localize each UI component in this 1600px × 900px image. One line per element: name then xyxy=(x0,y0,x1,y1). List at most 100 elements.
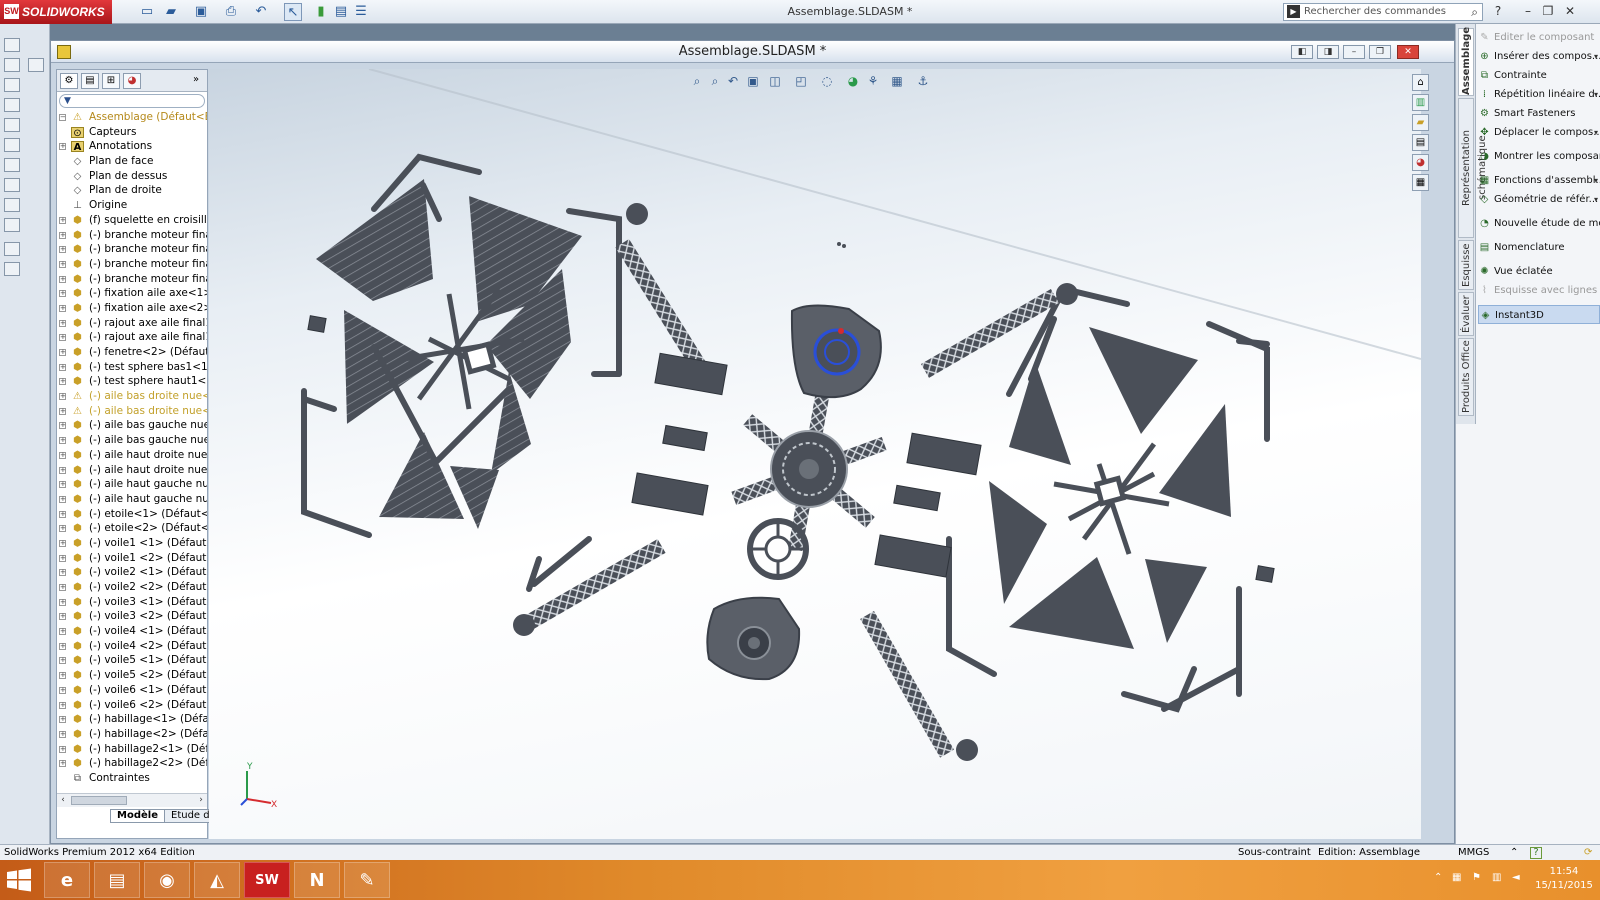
tree-item[interactable]: + ⬢ (-) habillage<2> (Défaut<< xyxy=(57,727,207,742)
resources-icon[interactable]: ⌂ xyxy=(1412,74,1429,91)
tray-app-icon[interactable]: ▦ xyxy=(1452,872,1461,883)
dropdown-arrow-icon[interactable]: ▾ xyxy=(1594,171,1598,190)
tile-left-icon[interactable]: ◧ xyxy=(1291,45,1313,59)
volume-icon[interactable]: ◄ xyxy=(1512,872,1520,883)
tree-item[interactable]: + ⬢ (-) branche moteur final1<4 xyxy=(57,272,207,287)
propertymanager-tab-icon[interactable]: ▤ xyxy=(81,73,99,89)
tool-button-9[interactable] xyxy=(4,198,20,212)
tree-item[interactable]: + ⚠ (-) aile bas droite nue<2 xyxy=(57,404,207,419)
tree-item[interactable]: ◇ Plan de dessus xyxy=(57,169,207,184)
undo-icon[interactable]: ↶ xyxy=(252,3,270,21)
tab-sketch[interactable]: Esquisse xyxy=(1458,240,1474,290)
tree-item[interactable]: ⊥ Origine xyxy=(57,198,207,213)
tree-item[interactable]: + ⬢ (f) squelette en croisillons 1 xyxy=(57,213,207,228)
expand-icon[interactable]: + xyxy=(59,143,66,151)
expand-icon[interactable]: + xyxy=(59,598,66,606)
right-wing-panel-1[interactable] xyxy=(1089,327,1198,434)
paint-icon[interactable]: ✎ xyxy=(344,862,390,898)
tree-item[interactable]: + ⬢ (-) voile4 <1> (Défaut<<Dé xyxy=(57,624,207,639)
command-motion-study[interactable]: ◔ Nouvelle étude de mo... xyxy=(1478,214,1600,233)
tab-office-products[interactable]: Produits Office xyxy=(1458,338,1474,416)
tree-item[interactable]: + ⬢ (-) branche moteur final1<2 xyxy=(57,242,207,257)
app-icon[interactable]: ◭ xyxy=(194,862,240,898)
expand-icon[interactable]: + xyxy=(59,760,66,768)
command-bom[interactable]: ▤ Nomenclature xyxy=(1478,238,1600,257)
right-wing-group[interactable] xyxy=(946,285,1270,713)
network-icon[interactable]: ▥ xyxy=(1492,872,1501,883)
rebuild-status-icon[interactable]: ⟳ xyxy=(1584,845,1592,861)
expand-icon[interactable]: + xyxy=(59,554,66,562)
rebuild-icon[interactable]: ▮ xyxy=(312,3,330,21)
left-wing-panel-3[interactable] xyxy=(344,310,434,424)
dropdown-arrow-icon[interactable]: ▾ xyxy=(1594,47,1598,66)
right-wing-panel-5[interactable] xyxy=(1009,557,1134,649)
doc-minimize-icon[interactable]: – xyxy=(1343,45,1365,59)
command-explode-line[interactable]: ⌇ Esquisse avec lignes d'... xyxy=(1478,281,1600,300)
left-wing-group[interactable] xyxy=(301,153,622,592)
command-instant3d[interactable]: ◈ Instant3D xyxy=(1478,305,1600,324)
command-mate[interactable]: ⧉ Contrainte xyxy=(1478,66,1600,85)
previous-view-icon[interactable]: ↶ xyxy=(725,73,741,89)
save-icon[interactable]: ▣ xyxy=(192,3,210,21)
tree-item[interactable]: ◇ Plan de face xyxy=(57,154,207,169)
file-explorer-pane-icon[interactable]: ▰ xyxy=(1412,114,1429,131)
file-properties-icon[interactable]: ▤ xyxy=(332,3,350,21)
tree-item[interactable]: + ⬢ (-) branche moteur final1<3 xyxy=(57,257,207,272)
left-wing-panel-7[interactable] xyxy=(450,466,499,529)
tool-button-7[interactable] xyxy=(4,158,20,172)
restore-icon[interactable]: ❐ xyxy=(1540,4,1556,18)
scroll-left-icon[interactable]: ‹ xyxy=(57,794,69,807)
tree-item[interactable]: + ⬢ (-) aile haut gauche nue<1> xyxy=(57,477,207,492)
tool-button-10[interactable] xyxy=(4,218,20,232)
tab-assembly[interactable]: Assemblage xyxy=(1458,27,1474,96)
solidworks-icon[interactable]: SW xyxy=(244,862,290,898)
command-search-input[interactable]: ▶ Rechercher des commandes ⌕ xyxy=(1283,3,1483,21)
arm-bottom-right[interactable] xyxy=(860,610,954,758)
expand-icon[interactable]: + xyxy=(59,393,66,401)
tree-item[interactable]: + ⬢ (-) voile5 <1> (Défaut<<Dé xyxy=(57,653,207,668)
tree-item[interactable]: + ⬢ (-) voile3 <1> (Défaut<<Dé xyxy=(57,595,207,610)
tool-button-5[interactable] xyxy=(4,118,20,132)
expand-icon[interactable]: + xyxy=(59,481,66,489)
featuremanager-tab-icon[interactable]: ⚙ xyxy=(60,73,78,89)
sphere-bottom[interactable] xyxy=(706,596,801,681)
tab-model[interactable]: Modèle xyxy=(110,809,165,823)
tool-button-4[interactable] xyxy=(4,98,20,112)
command-assembly-features[interactable]: ▦ Fonctions d'assembl... ▾ xyxy=(1478,171,1600,190)
expand-icon[interactable]: + xyxy=(59,378,66,386)
tree-item[interactable]: + ⬢ (-) branche moteur final1<1 xyxy=(57,228,207,243)
command-linear-pattern[interactable]: ⁞ Répétition linéaire d... ▾ xyxy=(1478,85,1600,104)
tree-item[interactable]: + ⬢ (-) voile1 <2> (Défaut<<Dé xyxy=(57,551,207,566)
right-wing-panel-4[interactable] xyxy=(989,481,1047,604)
zoom-to-fit-icon[interactable]: ⌕ xyxy=(689,73,705,89)
file-explorer-icon[interactable]: ▤ xyxy=(94,862,140,898)
tray-expand-icon[interactable]: ⌃ xyxy=(1434,872,1442,883)
expand-icon[interactable]: + xyxy=(59,304,66,312)
tile-right-icon[interactable]: ◨ xyxy=(1317,45,1339,59)
command-exploded-view[interactable]: ✺ Vue éclatée xyxy=(1478,262,1600,281)
tree-item[interactable]: + ⬢ (-) habillage2<2> (Défaut< xyxy=(57,756,207,771)
expand-icon[interactable]: + xyxy=(59,216,66,224)
tree-horizontal-scrollbar[interactable]: ‹ › xyxy=(57,793,207,807)
left-wing-panel-1[interactable] xyxy=(316,179,433,301)
graphics-area[interactable]: ⌕ ⌕ ↶ ▣ ◫ ◰ ◌ ◕ ⚘ ▦ ⚓ Y X xyxy=(209,69,1421,839)
anchor-icon[interactable]: ⚓ xyxy=(915,73,931,89)
tree-item[interactable]: + ⬢ (-) habillage<1> (Défaut<< xyxy=(57,712,207,727)
expand-icon[interactable]: + xyxy=(59,466,66,474)
expand-icon[interactable]: + xyxy=(59,584,66,591)
apply-scene-icon[interactable]: ⚘ xyxy=(865,73,881,89)
close-icon[interactable]: ✕ xyxy=(1562,4,1578,18)
expand-icon[interactable]: + xyxy=(59,510,66,518)
expand-icon[interactable]: + xyxy=(59,407,66,415)
expand-icon[interactable]: + xyxy=(59,437,66,445)
solidworks-logo[interactable]: SW SOLIDWORKS xyxy=(0,0,112,24)
dropdown-arrow-icon[interactable]: ▾ xyxy=(1594,85,1598,104)
cockpit-window-frame[interactable] xyxy=(747,518,809,580)
tree-item[interactable]: + ⬢ (-) voile2 <2> (Défaut<<Dé xyxy=(57,580,207,595)
displaymanager-tab-icon[interactable]: ◕ xyxy=(123,73,141,89)
expand-icon[interactable]: + xyxy=(59,363,66,371)
expand-icon[interactable]: + xyxy=(59,701,66,709)
tree-item[interactable]: + ⬢ (-) aile haut gauche nue<2> xyxy=(57,492,207,507)
expand-icon[interactable]: + xyxy=(59,628,66,636)
tree-item[interactable]: ⊙ Capteurs xyxy=(57,125,207,140)
